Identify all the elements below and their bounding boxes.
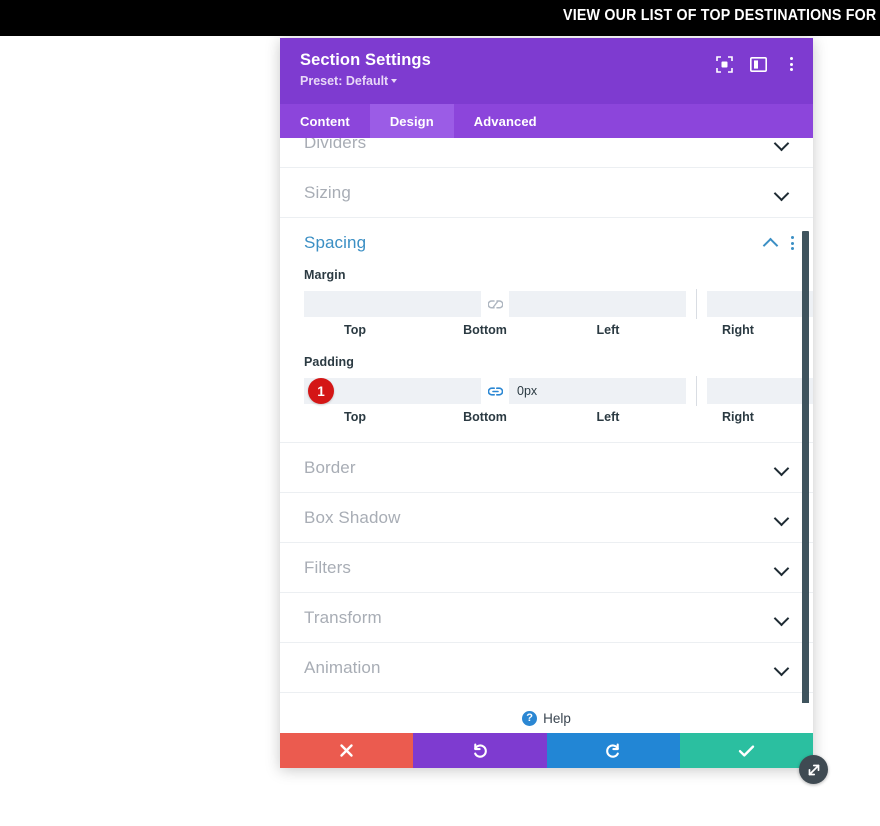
section-row-sizing[interactable]: Sizing: [280, 168, 813, 218]
modal-footer: [280, 733, 813, 768]
padding-top-sublabel: Top: [344, 410, 366, 424]
chevron-down-icon: [775, 138, 789, 147]
save-button[interactable]: [679, 733, 813, 768]
padding-field-group: Padding 1 0px 0px Top Bottom Left Right: [280, 355, 813, 424]
chevron-down-icon: [775, 188, 789, 197]
margin-horizontal-pair: [707, 291, 813, 317]
spacing-header-icons: [763, 235, 795, 251]
panel-layout-icon[interactable]: [749, 55, 767, 73]
preset-selector[interactable]: Preset: Default: [300, 73, 797, 89]
field-divider: [696, 289, 697, 319]
margin-bottom-input[interactable]: [509, 291, 686, 317]
section-label-transform: Transform: [304, 607, 382, 627]
header-icon-group: [715, 55, 801, 73]
padding-vertical-pair: [304, 378, 686, 404]
modal-tabs: Content Design Advanced: [280, 104, 813, 138]
margin-bottom-sublabel: Bottom: [463, 323, 507, 337]
scrollbar-track[interactable]: [801, 138, 811, 733]
field-divider: [696, 376, 697, 406]
more-options-icon[interactable]: [783, 55, 801, 73]
chevron-down-icon: [775, 513, 789, 522]
focus-target-icon[interactable]: [715, 55, 733, 73]
padding-left-input[interactable]: [707, 378, 813, 404]
margin-sublabels: Top Bottom Left Right: [304, 323, 789, 337]
modal-body: Dividers Sizing Spacing Margin Top Botto…: [280, 138, 813, 733]
chevron-down-icon: [775, 663, 789, 672]
section-row-animation[interactable]: Animation: [280, 643, 813, 693]
section-row-dividers[interactable]: Dividers: [280, 138, 813, 168]
section-label-filters: Filters: [304, 557, 351, 577]
help-label: Help: [543, 710, 571, 726]
section-header-spacing[interactable]: Spacing: [280, 218, 813, 268]
chevron-down-icon: [775, 463, 789, 472]
margin-field-group: Margin Top Bottom Left Right: [280, 268, 813, 337]
padding-left-sublabel: Left: [596, 410, 620, 424]
tab-advanced[interactable]: Advanced: [454, 104, 557, 138]
margin-right-sublabel: Right: [722, 323, 754, 337]
more-options-icon[interactable]: [791, 235, 795, 251]
section-row-border[interactable]: Border: [280, 443, 813, 493]
margin-inputs-row: [304, 289, 813, 319]
padding-bottom-sublabel: Bottom: [463, 410, 507, 424]
resize-handle[interactable]: [799, 755, 828, 784]
margin-vertical-pair: [304, 291, 686, 317]
tab-design[interactable]: Design: [369, 104, 454, 138]
padding-label: Padding: [304, 355, 355, 369]
undo-arrow-icon: [474, 743, 487, 758]
help-link[interactable]: ? Help: [280, 703, 813, 733]
link-icon[interactable]: [481, 386, 509, 397]
step-badge: 1: [308, 378, 334, 404]
margin-top-input[interactable]: [304, 291, 481, 317]
section-label-box-shadow: Box Shadow: [304, 507, 401, 527]
announcement-text: VIEW OUR LIST OF TOP DESTINATIONS FOR TH…: [563, 7, 880, 24]
margin-label: Margin: [304, 268, 346, 282]
padding-horizontal-pair: [707, 378, 813, 404]
section-row-filters[interactable]: Filters: [280, 543, 813, 593]
redo-arrow-icon: [606, 743, 619, 758]
modal-header: Section Settings Preset: Default: [280, 38, 813, 104]
checkmark-icon: [738, 744, 755, 757]
margin-top-sublabel: Top: [344, 323, 366, 337]
section-label-border: Border: [304, 457, 356, 477]
margin-left-sublabel: Left: [596, 323, 620, 337]
undo-button[interactable]: [413, 733, 547, 768]
chevron-down-icon: [775, 613, 789, 622]
diagonal-resize-icon: [808, 764, 819, 775]
section-label-dividers: Dividers: [304, 138, 367, 152]
cancel-button[interactable]: [280, 733, 414, 768]
redo-button[interactable]: [546, 733, 680, 768]
margin-left-input[interactable]: [707, 291, 813, 317]
section-row-transform[interactable]: Transform: [280, 593, 813, 643]
scrollbar-thumb[interactable]: [802, 231, 809, 704]
section-row-box-shadow[interactable]: Box Shadow: [280, 493, 813, 543]
section-label-sizing: Sizing: [304, 182, 351, 202]
chevron-down-icon: [775, 563, 789, 572]
chevron-down-icon: [391, 78, 398, 83]
padding-inputs-row: 1: [304, 376, 813, 406]
section-label-animation: Animation: [304, 657, 381, 677]
section-spacing: Spacing Margin Top Bottom Left Right Pad…: [280, 218, 813, 443]
padding-bottom-input[interactable]: [509, 378, 686, 404]
padding-right-sublabel: Right: [722, 410, 754, 424]
preset-label: Preset: Default: [300, 74, 389, 88]
tab-content[interactable]: Content: [280, 104, 370, 138]
section-settings-modal: Section Settings Preset: Default Content: [280, 38, 813, 768]
broken-link-icon[interactable]: [481, 299, 509, 310]
padding-sublabels: Top Bottom Left Right: [304, 410, 789, 424]
close-x-icon: [340, 744, 353, 757]
chevron-up-icon[interactable]: [763, 238, 779, 248]
section-label-spacing: Spacing: [304, 233, 367, 252]
question-mark-icon: ?: [522, 710, 538, 726]
announcement-bar: VIEW OUR LIST OF TOP DESTINATIONS FOR TH…: [0, 0, 880, 36]
